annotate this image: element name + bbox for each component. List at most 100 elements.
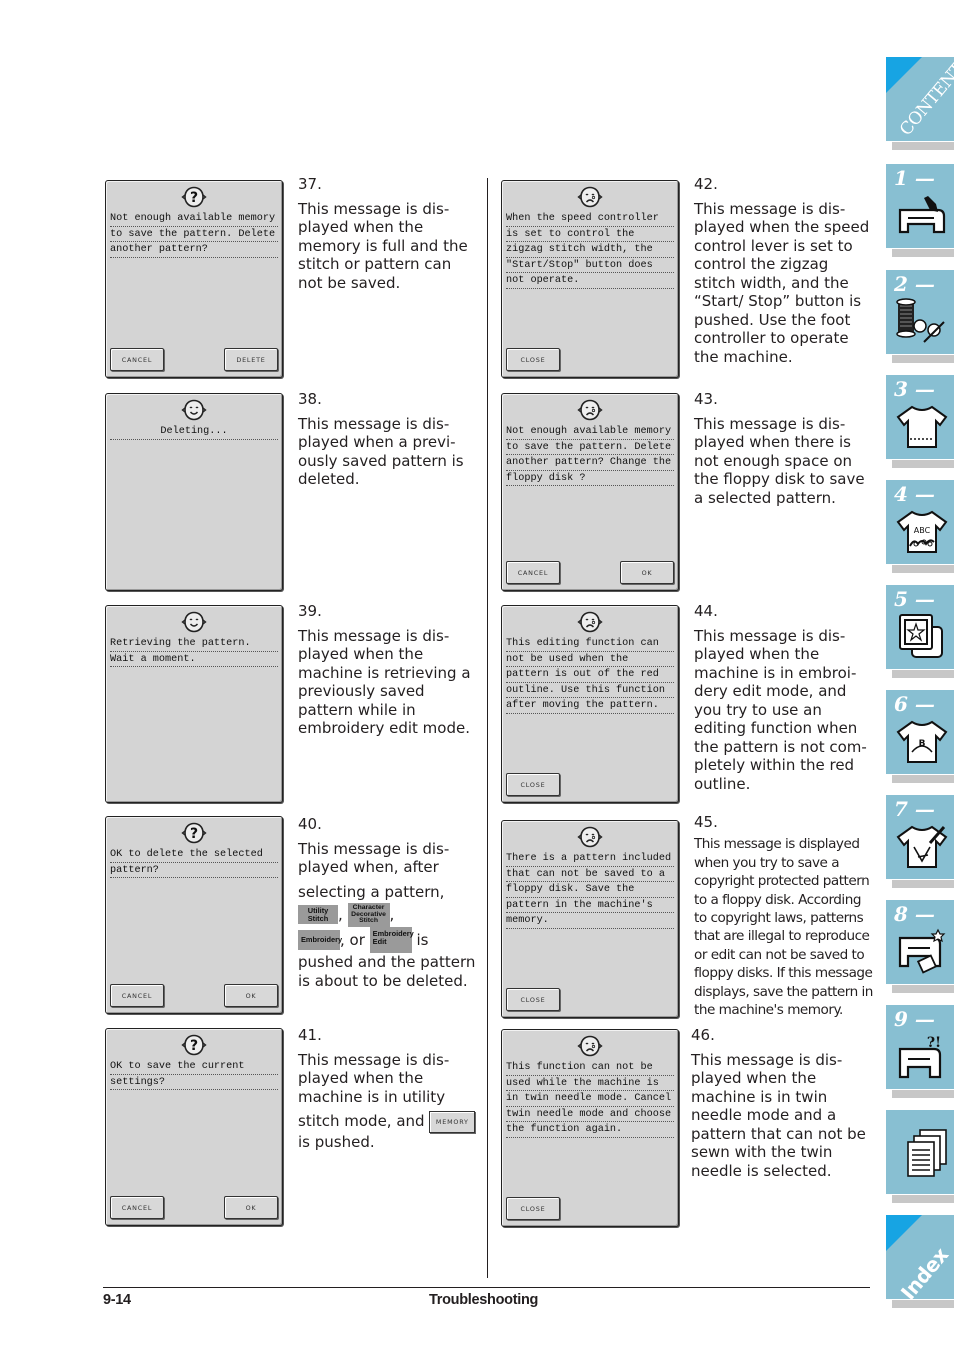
tshirt-abc-embroidery-icon: ABC [896, 510, 948, 553]
tab-appendix[interactable] [886, 1110, 954, 1203]
message-number: 43. [694, 390, 718, 408]
sad-face-icon [577, 186, 603, 208]
character-decorative-stitch-key: Character Decorative Stitch [347, 903, 390, 927]
cancel-button[interactable]: CANCEL [506, 561, 560, 584]
screen-message: Retrieving the pattern. Wait a moment. [110, 636, 278, 668]
tab-chapter-1[interactable]: 1 — [886, 164, 954, 257]
tab-label: 9 — [894, 1007, 935, 1031]
tab-chapter-4[interactable]: 4 — ABC [886, 480, 954, 573]
lcd-screen-43: Not enough available memory to save the … [501, 393, 679, 591]
description-42: 42. This message is dis-played when the … [694, 175, 874, 366]
tab-label: 2 — [894, 272, 935, 296]
ok-button[interactable]: OK [620, 561, 674, 584]
tab-label: 5 — [894, 587, 935, 611]
lcd-screen-45: There is a pattern included that can not… [501, 820, 679, 1018]
ok-button[interactable]: OK [224, 984, 278, 1007]
lcd-screen-46: This function can not be used while the … [501, 1029, 679, 1227]
screen-line: Wait a moment. [110, 652, 278, 668]
key-list: Embroidery, or Embroidery Edit is [298, 927, 478, 954]
screen-line: pattern is out of the red [506, 667, 674, 683]
cancel-button[interactable]: CANCEL [110, 984, 164, 1007]
tab-chapter-6[interactable]: 6 — B [886, 690, 954, 783]
screen-message: OK to save the current settings? [110, 1059, 278, 1091]
screen-line: floppy disk. Save the [506, 882, 674, 898]
close-button[interactable]: CLOSE [506, 773, 560, 796]
screen-line: Not enough available memory [110, 211, 278, 227]
tab-contents[interactable]: CONTENTS [886, 51, 954, 150]
screen-line: used while the machine is [506, 1076, 674, 1092]
sad-face-icon [577, 399, 603, 421]
question-face-icon: ? [181, 822, 207, 844]
cancel-button[interactable]: CANCEL [110, 1196, 164, 1219]
message-number: 46. [691, 1026, 715, 1044]
description-45: 45. This message is displayed when you t… [694, 813, 874, 1019]
screen-line: pattern? [110, 863, 278, 879]
tab-index[interactable]: Index [886, 1215, 954, 1308]
screen-line: This editing function can [506, 636, 674, 652]
question-face-icon: ? [181, 1034, 207, 1056]
screen-line: floppy disk ? [506, 471, 674, 487]
sad-face-icon [577, 826, 603, 848]
svg-text:?: ? [190, 190, 198, 206]
screen-line: OK to delete the selected [110, 847, 278, 863]
tshirt-pen-icon [896, 825, 948, 868]
tab-chapter-2[interactable]: 2 — [886, 270, 954, 363]
screen-line: settings? [110, 1075, 278, 1091]
screen-message: Not enough available memory to save the … [506, 424, 674, 487]
description-40: 40. This message is dis-played when, aft… [298, 815, 478, 990]
smile-face-icon [181, 399, 207, 421]
key-list: Utility Stitch, Character Decorative Sti… [298, 903, 478, 927]
tab-chapter-8[interactable]: 8 — [886, 900, 954, 993]
description-text: This message is dis-played when the mach… [298, 626, 471, 738]
close-button[interactable]: CLOSE [506, 1197, 560, 1220]
message-number: 42. [694, 175, 718, 193]
screen-message: Deleting... [110, 424, 278, 440]
description-text: This message is dis-played when the mach… [691, 1050, 866, 1180]
document-pages-icon [907, 1129, 947, 1177]
screen-message: When the speed controller is set to cont… [506, 211, 674, 289]
screen-line: after moving the pattern. [506, 698, 674, 714]
message-number: 40. [298, 815, 322, 833]
message-number: 44. [694, 602, 718, 620]
screen-line: twin needle mode and choose [506, 1107, 674, 1123]
thread-spool-scissors-icon [896, 298, 945, 343]
description-43: 43. This message is dis-played when ther… [694, 390, 874, 507]
tab-label: 6 — [894, 692, 935, 716]
tab-label: 4 — [894, 482, 935, 506]
svg-text:ABC: ABC [914, 526, 931, 535]
screen-message: This editing function can not be used wh… [506, 636, 674, 714]
close-button[interactable]: CLOSE [506, 348, 560, 371]
description-39: 39. This message is dis-played when the … [298, 602, 478, 738]
tab-chapter-9[interactable]: 9 — ?! [886, 1005, 954, 1098]
description-text: This message is dis-played when there is… [694, 414, 865, 507]
svg-text:?!: ?! [927, 1035, 941, 1051]
tab-label: 7 — [894, 797, 935, 821]
svg-text:?: ? [190, 826, 198, 842]
description-41: 41. This message is dis-played when the … [298, 1026, 478, 1152]
message-number: 39. [298, 602, 322, 620]
description-text: This message is dis-played when a previ-… [298, 414, 464, 489]
sewing-machine-question-icon: ?! [898, 1035, 941, 1079]
tab-label: 3 — [894, 377, 935, 401]
column-divider [487, 178, 488, 1278]
lcd-screen-42: When the speed controller is set to cont… [501, 180, 679, 378]
tab-label: 1 — [894, 166, 935, 190]
screen-message: This function can not be used while the … [506, 1060, 674, 1138]
lcd-screen-38: Deleting... [105, 393, 283, 591]
tab-chapter-7[interactable]: 7 — [886, 795, 954, 888]
ok-button[interactable]: OK [224, 1196, 278, 1219]
screen-line: another pattern? [110, 242, 278, 258]
cancel-button[interactable]: CANCEL [110, 348, 164, 371]
description-text: This message is dis-played when the memo… [298, 199, 468, 292]
svg-text:?: ? [190, 1038, 198, 1054]
embroidery-frame-icon [899, 614, 943, 658]
tab-chapter-3[interactable]: 3 — [886, 375, 954, 468]
screen-line: is set to control the [506, 227, 674, 243]
close-button[interactable]: CLOSE [506, 988, 560, 1011]
description-text: This message is displayed when you try t… [694, 836, 873, 1019]
screen-line: Not enough available memory [506, 424, 674, 440]
tab-chapter-5[interactable]: 5 — [886, 585, 954, 678]
lcd-screen-44: This editing function can not be used wh… [501, 605, 679, 803]
svg-text:B: B [919, 739, 926, 749]
delete-button[interactable]: DELETE [224, 348, 278, 371]
